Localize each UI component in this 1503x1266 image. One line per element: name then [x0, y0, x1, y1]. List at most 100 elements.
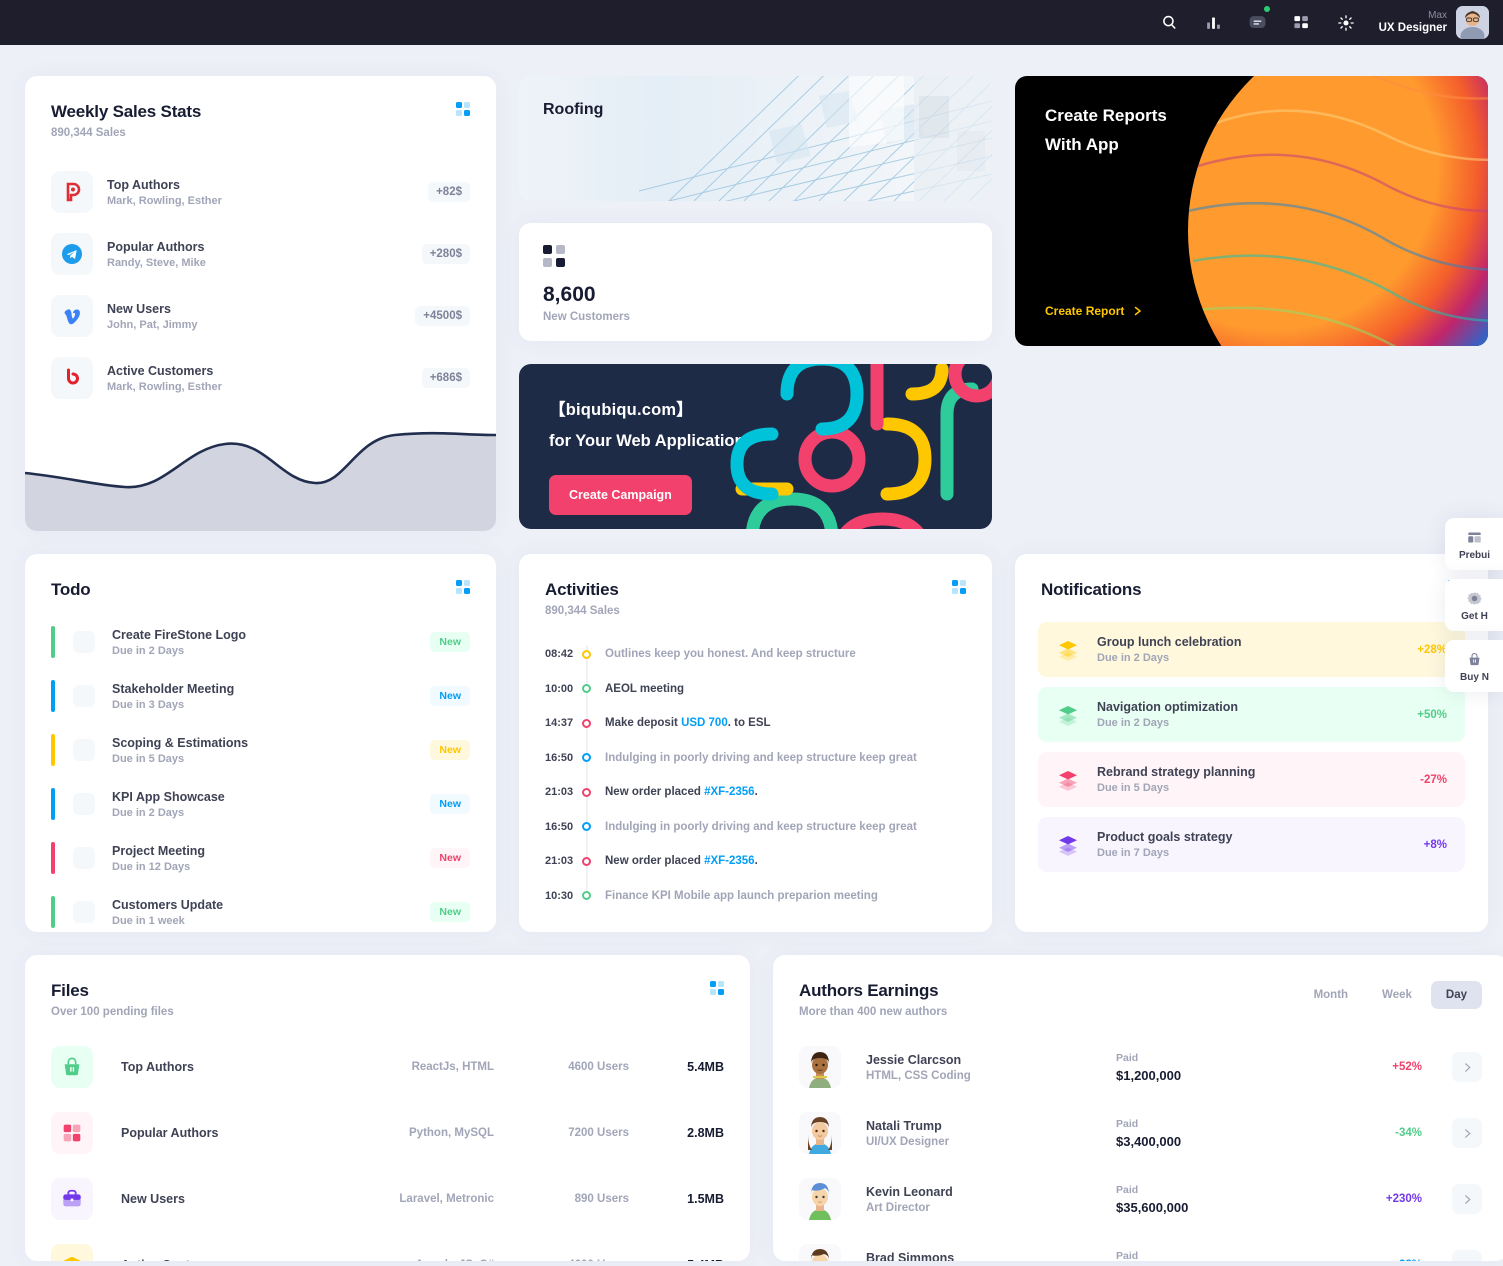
- table-row[interactable]: Kevin Leonard Art Director Paid $35,600,…: [799, 1166, 1482, 1232]
- list-item[interactable]: 16:50 Indulging in poorly driving and ke…: [545, 810, 966, 845]
- item-value: +686$: [421, 368, 470, 388]
- notification-due: Due in 7 Days: [1097, 847, 1170, 859]
- activity-text: New order placed #XF-2356.: [605, 786, 758, 798]
- files-list: Top Authors ReactJs, HTML 4600 Users 5.4…: [51, 1034, 724, 1261]
- activity-text-post: . to ESL: [727, 717, 771, 730]
- tab-month[interactable]: Month: [1299, 981, 1363, 1009]
- chat-icon[interactable]: [1247, 5, 1270, 34]
- activity-link[interactable]: #XF-2356: [704, 786, 755, 798]
- todo-checkbox[interactable]: [73, 901, 95, 923]
- list-item[interactable]: 10:30 Finance KPI Mobile app launch prep…: [545, 879, 966, 914]
- list-item[interactable]: 16:50 Indulging in poorly driving and ke…: [545, 741, 966, 776]
- activity-text-post: .: [754, 855, 758, 868]
- widget-menu-icon[interactable]: [456, 580, 470, 594]
- list-item[interactable]: 21:03 New order placed #XF-2356.: [545, 844, 966, 879]
- table-row[interactable]: Top Authors ReactJs, HTML 4600 Users 5.4…: [51, 1034, 724, 1100]
- list-item[interactable]: New Users John, Pat, Jimmy +4500$: [51, 285, 470, 347]
- file-size: 5.4MB: [687, 1060, 724, 1074]
- files-title: Files: [51, 981, 89, 1000]
- widget-menu-icon[interactable]: [456, 102, 470, 116]
- files-header: Files Over 100 pending files: [51, 981, 724, 1018]
- list-item[interactable]: 21:03 New order placed #XF-2356.: [545, 775, 966, 810]
- prebuilt-button[interactable]: Prebui: [1445, 518, 1503, 570]
- list-item[interactable]: Rebrand strategy planning Due in 5 Days …: [1038, 752, 1465, 807]
- activity-text: Indulging in poorly driving and keep str…: [605, 820, 917, 833]
- todo-name: Customers Update: [112, 897, 224, 912]
- tab-day[interactable]: Day: [1430, 981, 1482, 1009]
- list-item[interactable]: Customers Update Due in 1 week New: [51, 885, 470, 939]
- activity-text: Finance KPI Mobile app launch preparion …: [605, 889, 878, 902]
- avatar: [799, 1178, 841, 1220]
- grid-squares-icon: [543, 245, 565, 267]
- list-item[interactable]: KPI App Showcase Due in 2 Days New: [51, 777, 470, 831]
- status-badge: New: [430, 902, 470, 922]
- todo-checkbox[interactable]: [73, 739, 95, 761]
- telegram-icon: [51, 233, 93, 275]
- widget-menu-icon[interactable]: [952, 580, 966, 594]
- activity-link[interactable]: #XF-2356: [704, 855, 755, 867]
- todo-name: KPI App Showcase: [112, 789, 225, 804]
- list-item[interactable]: Project Meeting Due in 12 Days New: [51, 831, 470, 885]
- list-item[interactable]: Group lunch celebration Due in 2 Days +2…: [1038, 622, 1465, 677]
- get-help-button[interactable]: Get H: [1445, 579, 1503, 631]
- activity-text-pre: Make deposit: [605, 717, 682, 730]
- activity-link[interactable]: USD 700: [681, 717, 728, 729]
- list-item[interactable]: Scoping & Estimations Due in 5 Days New: [51, 723, 470, 777]
- activities-subtitle: 890,344 Sales: [545, 605, 620, 617]
- notification-name: Product goals strategy: [1097, 830, 1233, 844]
- todo-checkbox[interactable]: [73, 847, 95, 869]
- notifications-list: Group lunch celebration Due in 2 Days +2…: [1038, 622, 1465, 872]
- table-row[interactable]: Active Customers AngularJS, C# 4600 User…: [51, 1232, 724, 1261]
- notification-name: Rebrand strategy planning: [1097, 765, 1256, 779]
- table-row[interactable]: Jessie Clarcson HTML, CSS Coding Paid $1…: [799, 1034, 1482, 1100]
- activity-time: 14:37: [545, 717, 574, 730]
- create-campaign-button[interactable]: Create Campaign: [549, 475, 692, 515]
- notification-due: Due in 2 Days: [1097, 717, 1170, 729]
- theme-icon[interactable]: [1335, 12, 1357, 34]
- list-item[interactable]: 08:42 Outlines keep you honest. And keep…: [545, 637, 966, 672]
- list-item[interactable]: Product goals strategy Due in 7 Days +8%: [1038, 817, 1465, 872]
- file-name: Active Customers: [121, 1258, 351, 1261]
- chevron-right-icon[interactable]: [1452, 1250, 1482, 1261]
- todo-name: Scoping & Estimations: [112, 735, 249, 750]
- chart-icon[interactable]: [1203, 12, 1225, 34]
- search-icon[interactable]: [1159, 12, 1181, 34]
- todo-due: Due in 12 Days: [112, 860, 191, 873]
- tab-week[interactable]: Week: [1367, 981, 1427, 1009]
- list-item[interactable]: Navigation optimization Due in 2 Days +5…: [1038, 687, 1465, 742]
- table-row[interactable]: Natali Trump UI/UX Designer Paid $3,400,…: [799, 1100, 1482, 1166]
- author-amount: $3,400,000: [1116, 1133, 1182, 1149]
- todo-checkbox[interactable]: [73, 793, 95, 815]
- chevron-right-icon[interactable]: [1452, 1052, 1482, 1082]
- author-role: UI/UX Designer: [866, 1135, 950, 1148]
- notifications-card: Notifications Group lunch celebration Du…: [1015, 554, 1488, 932]
- table-row[interactable]: Brad Simmons Successful Fellas Paid $200…: [799, 1232, 1482, 1261]
- widget-menu-icon[interactable]: [710, 981, 724, 995]
- buy-now-label: Buy N: [1460, 672, 1489, 683]
- list-item[interactable]: 14:37 Make deposit USD 700. to ESL: [545, 706, 966, 741]
- table-row[interactable]: New Users Laravel, Metronic 890 Users 1.…: [51, 1166, 724, 1232]
- avatar[interactable]: [1456, 6, 1489, 39]
- weekly-sales-subtitle: 890,344 Sales: [51, 127, 126, 139]
- todo-checkbox[interactable]: [73, 685, 95, 707]
- status-badge: New: [430, 632, 470, 652]
- roofing-card[interactable]: Roofing: [519, 76, 992, 201]
- list-item[interactable]: Stakeholder Meeting Due in 3 Days New: [51, 669, 470, 723]
- list-item[interactable]: Top Authors Mark, Rowling, Esther +82$: [51, 161, 470, 223]
- todo-checkbox[interactable]: [73, 631, 95, 653]
- weekly-sales-header: Weekly Sales Stats 890,344 Sales: [25, 76, 496, 139]
- notification-value: +50%: [1417, 708, 1447, 721]
- table-row[interactable]: Popular Authors Python, MySQL 7200 Users…: [51, 1100, 724, 1166]
- user-profile[interactable]: Max UX Designer: [1379, 6, 1489, 39]
- list-item[interactable]: Create FireStone Logo Due in 2 Days New: [51, 615, 470, 669]
- chevron-right-icon[interactable]: [1452, 1118, 1482, 1148]
- list-item[interactable]: 10:00 AEOL meeting: [545, 672, 966, 707]
- grid-icon[interactable]: [1291, 12, 1313, 34]
- list-item[interactable]: Popular Authors Randy, Steve, Mike +280$: [51, 223, 470, 285]
- buy-now-button[interactable]: Buy N: [1445, 640, 1503, 692]
- files-subtitle: Over 100 pending files: [51, 1006, 174, 1018]
- chevron-right-icon[interactable]: [1452, 1184, 1482, 1214]
- activity-time: 10:30: [545, 889, 574, 902]
- status-badge: New: [430, 794, 470, 814]
- create-report-link[interactable]: Create Report: [1045, 304, 1144, 318]
